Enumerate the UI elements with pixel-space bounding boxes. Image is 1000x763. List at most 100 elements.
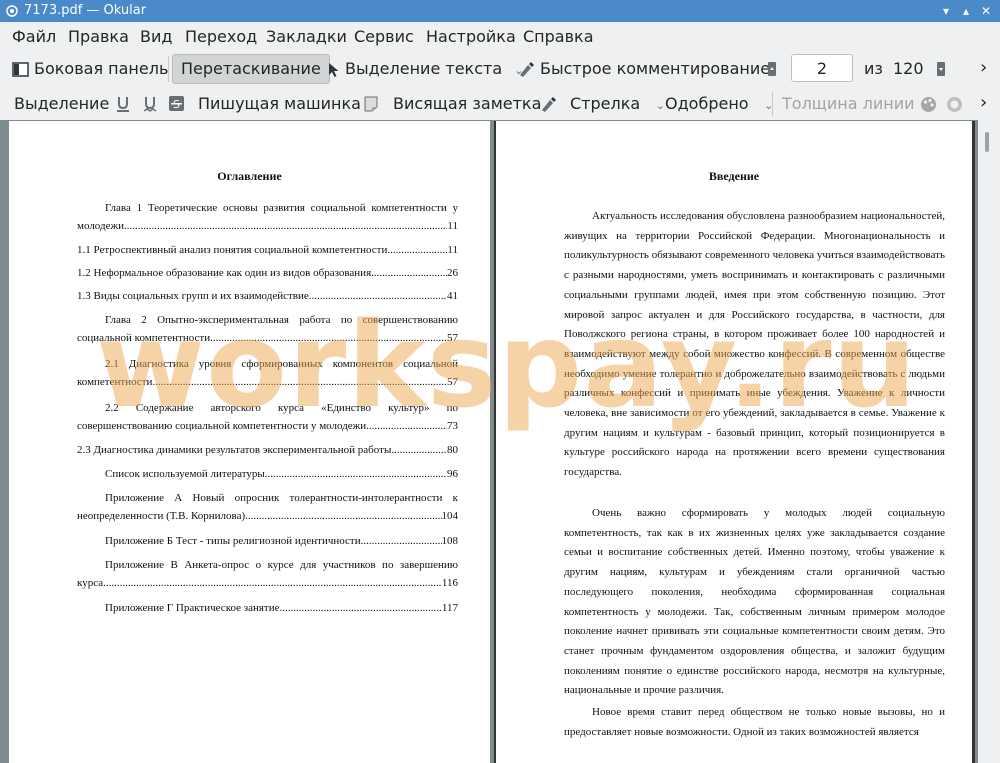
chevron-down-icon[interactable]: ⌄ (645, 99, 665, 112)
toc-entry-line: Глава 1 Теоретические основы развития со… (105, 202, 458, 214)
typewriter-tool-button[interactable]: Пишущая машинка (198, 94, 361, 113)
vertical-scrollbar[interactable] (978, 120, 1000, 763)
close-icon[interactable]: ✕ (978, 3, 994, 19)
toc-page-number: 117 (441, 602, 458, 614)
toc-entry-line: 2.2 Содержание авторского курса «Единств… (105, 402, 458, 414)
toc-page-number: 108 (441, 535, 459, 547)
toc-entry[interactable]: неопределенности (Т.В. Корнилова) 104 (77, 509, 458, 523)
toc-entry[interactable]: 1.1 Ретроспективный анализ понятия социа… (77, 243, 458, 257)
toc-page-number: 96 (447, 468, 458, 480)
page-title: Оглавление (217, 169, 282, 183)
minimize-icon[interactable]: ▾ (938, 3, 954, 19)
toc-entry-label: компетентности (77, 376, 153, 388)
page-number-input[interactable]: 2 (791, 54, 853, 82)
toc-entry-line: 2.1 Диагностика уровня сформированных ко… (105, 358, 458, 370)
menu-bookmarks[interactable]: Закладки (266, 27, 347, 46)
squiggly-underline-icon[interactable] (143, 96, 157, 112)
toc-entry-line: Глава 2 Опытно-экспериментальная работа … (105, 314, 458, 326)
toc-entry[interactable]: 1.2 Неформальное образование как один из… (77, 266, 458, 280)
toolbar-separator (168, 56, 169, 82)
toc-entry-label: совершенствованию социальной компетентно… (77, 420, 367, 432)
quick-annotation-button[interactable]: Быстрое комментирование (518, 59, 770, 78)
toc-entry-label: Приложение Б Тест - типы религиозной иде… (105, 535, 361, 547)
toc-entry-label: Приложение Г Практическое занятие (105, 602, 280, 614)
document-page-intro: Введение Актуальность исследования обусл… (494, 121, 975, 763)
toc-leader-dots (361, 534, 442, 548)
toc-entry[interactable]: 2.3 Диагностика динамики результатов экс… (77, 443, 458, 457)
toolbar-separator (772, 92, 773, 116)
toc-page-number: 41 (447, 290, 458, 302)
toolbar-overflow-icon[interactable]: › (980, 57, 987, 78)
underline-icon[interactable] (116, 96, 130, 112)
browse-tool-button[interactable]: Перетаскивание (172, 54, 330, 84)
toc-entry[interactable]: совершенствованию социальной компетентно… (77, 419, 458, 433)
quick-annotation-label: Быстрое комментирование (540, 59, 771, 78)
toc-page-number: 26 (447, 267, 458, 279)
okular-app-icon (6, 5, 18, 17)
arrow-pen-icon (542, 96, 556, 112)
text-select-tool-button[interactable]: Выделение текста ⌄ (328, 59, 523, 78)
menu-view[interactable]: Вид (140, 27, 172, 46)
toc-entry-label: 2.3 Диагностика динамики результатов экс… (77, 444, 392, 456)
annotation-pen-icon (520, 61, 534, 77)
toc-entry-label: социальной компетентности (77, 332, 211, 344)
document-view[interactable]: Оглавление Глава 1 Теоретические основы … (0, 120, 1000, 763)
menu-help[interactable]: Справка (523, 27, 594, 46)
stamp-tool-label: Одобрено (665, 94, 749, 113)
opacity-icon[interactable] (946, 96, 963, 113)
popup-note-tool-button[interactable]: Висящая заметка (393, 94, 541, 113)
toc-page-number: 73 (447, 420, 458, 432)
toc-entry[interactable]: Приложение Б Тест - типы религиозной иде… (105, 534, 458, 548)
toc-leader-dots (387, 243, 447, 257)
toc-entry[interactable]: 1.3 Виды социальных групп и их взаимодей… (77, 289, 458, 303)
toc-entry-label: 1.3 Виды социальных групп и их взаимодей… (77, 290, 309, 302)
sidebar-button-label: Боковая панель (34, 59, 169, 78)
page-of-label: из (864, 59, 883, 78)
toc-page-number: 57 (447, 376, 458, 388)
text-select-tool-label: Выделение текста (345, 59, 503, 78)
toc-page-number: 80 (447, 444, 458, 456)
toc-entry[interactable]: Приложение Г Практическое занятие 117 (105, 601, 458, 615)
window-title: 7173.pdf — Okular (24, 3, 147, 18)
next-page-icon[interactable] (936, 61, 946, 77)
line-width-control[interactable]: Толщина линии (782, 94, 915, 113)
main-toolbar: Боковая панель Перетаскивание Выделение … (0, 50, 1000, 88)
stamp-tool-button[interactable]: Одобрено ⌄ (665, 94, 773, 113)
annotation-toolbar: Выделение S Пишущая машинка Висящая заме… (0, 88, 1000, 120)
toc-leader-dots (371, 266, 447, 280)
toc-entry[interactable]: молодежи 11 (77, 219, 458, 233)
menu-edit[interactable]: Правка (68, 27, 129, 46)
toolbar-overflow-icon[interactable]: › (980, 92, 987, 113)
toc-page-number: 11 (447, 244, 458, 256)
document-page-toc: Оглавление Глава 1 Теоретические основы … (9, 121, 490, 763)
arrow-tool-button[interactable]: Стрелка ⌄ (540, 94, 665, 113)
toc-page-number: 11 (447, 220, 458, 232)
toc-entry[interactable]: социальной компетентности 57 (77, 331, 458, 345)
toc-leader-dots (280, 601, 442, 615)
sidebar-icon (12, 62, 29, 77)
menu-tools[interactable]: Сервис (354, 27, 414, 46)
strikeout-icon[interactable]: S (168, 95, 185, 112)
toc-entry-line: Приложение В Анкета-опрос о курсе для уч… (105, 559, 458, 571)
maximize-icon[interactable]: ▴ (958, 3, 974, 19)
toc-entry[interactable]: Список используемой литературы 96 (105, 467, 458, 481)
scrollbar-thumb[interactable] (985, 132, 989, 152)
menu-settings[interactable]: Настройка (426, 27, 516, 46)
note-icon[interactable] (364, 96, 378, 112)
toc-entry[interactable]: курса 116 (77, 576, 458, 590)
menu-file[interactable]: Файл (12, 27, 56, 46)
toc-entry[interactable]: компетентности 57 (77, 375, 458, 389)
chevron-down-icon[interactable]: ⌄ (754, 99, 773, 112)
page-title: Введение (708, 169, 760, 183)
color-picker-icon[interactable] (920, 96, 937, 113)
toc-leader-dots (265, 467, 447, 481)
sidebar-button[interactable]: Боковая панель (12, 59, 168, 78)
toc-leader-dots (124, 219, 447, 233)
highlight-tool-button[interactable]: Выделение (14, 94, 109, 113)
toc-leader-dots (210, 331, 447, 345)
toc-entry-label: 1.1 Ретроспективный анализ понятия социа… (77, 244, 388, 256)
body-paragraph: Новое время ставит перед обществом не то… (564, 706, 945, 738)
previous-page-icon[interactable] (767, 61, 777, 77)
menu-go[interactable]: Переход (185, 27, 257, 46)
toc-leader-dots (309, 289, 447, 303)
